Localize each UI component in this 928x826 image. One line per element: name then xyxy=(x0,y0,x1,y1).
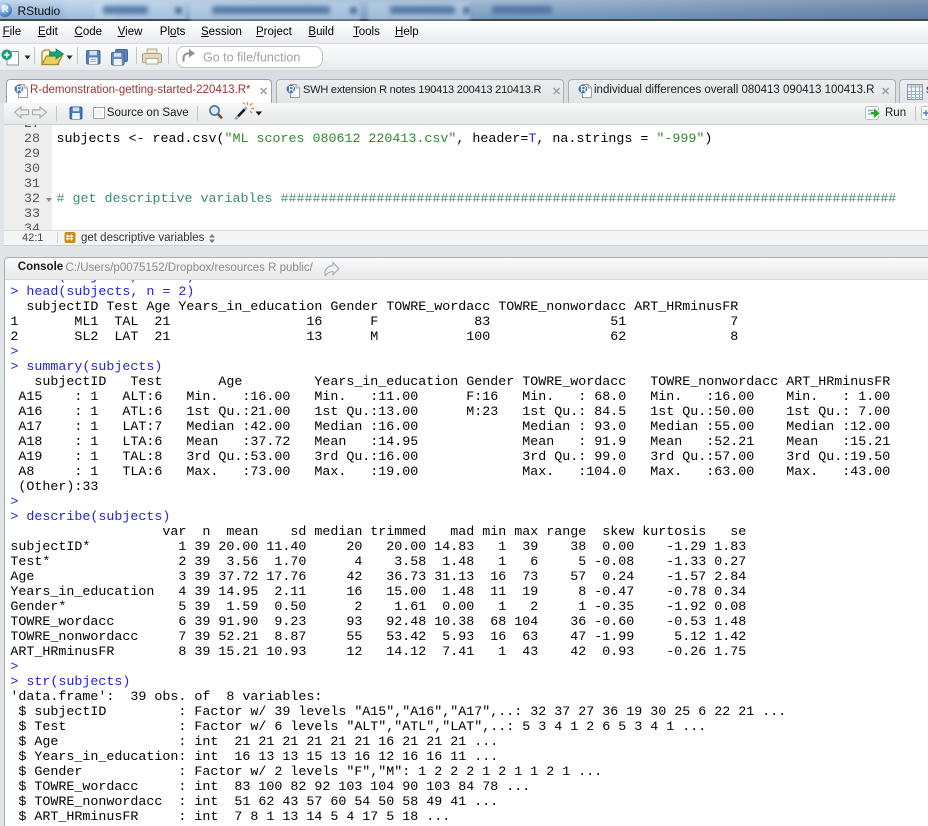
svg-text:R: R xyxy=(288,84,294,94)
svg-text:R: R xyxy=(16,84,22,94)
svg-text:R: R xyxy=(580,84,586,94)
